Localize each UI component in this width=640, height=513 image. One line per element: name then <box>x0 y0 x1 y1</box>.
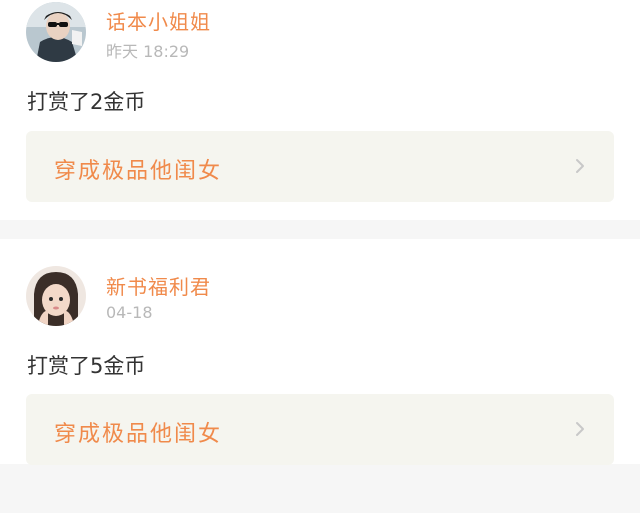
book-link[interactable]: 穿成极品他闺女 <box>26 394 614 465</box>
bottom-divider <box>0 464 640 494</box>
user-avatar[interactable] <box>26 266 86 326</box>
chevron-right-icon <box>576 422 584 436</box>
user-avatar[interactable] <box>26 2 86 62</box>
reward-item: 话本小姐姐 昨天 18:29 打赏了2金币 穿成极品他闺女 <box>0 0 640 220</box>
book-title: 穿成极品他闺女 <box>54 159 223 184</box>
timestamp: 04-18 <box>106 303 153 322</box>
user-name[interactable]: 话本小姐姐 <box>106 6 211 35</box>
reward-text: 打赏了5金币 <box>27 354 146 378</box>
reward-item: 新书福利君 04-18 打赏了5金币 穿成极品他闺女 <box>0 239 640 465</box>
user-name[interactable]: 新书福利君 <box>106 271 211 300</box>
avatar-sunglasses-icon <box>26 2 86 62</box>
reward-text: 打赏了2金币 <box>27 90 146 114</box>
timestamp: 昨天 18:29 <box>106 42 190 61</box>
chevron-right-icon <box>576 159 584 173</box>
divider <box>0 220 640 239</box>
book-title: 穿成极品他闺女 <box>54 422 223 447</box>
reward-feed: 话本小姐姐 昨天 18:29 打赏了2金币 穿成极品他闺女 新书福利君 04-1… <box>0 0 640 494</box>
avatar-girl-icon <box>26 266 86 326</box>
book-link[interactable]: 穿成极品他闺女 <box>26 131 614 202</box>
